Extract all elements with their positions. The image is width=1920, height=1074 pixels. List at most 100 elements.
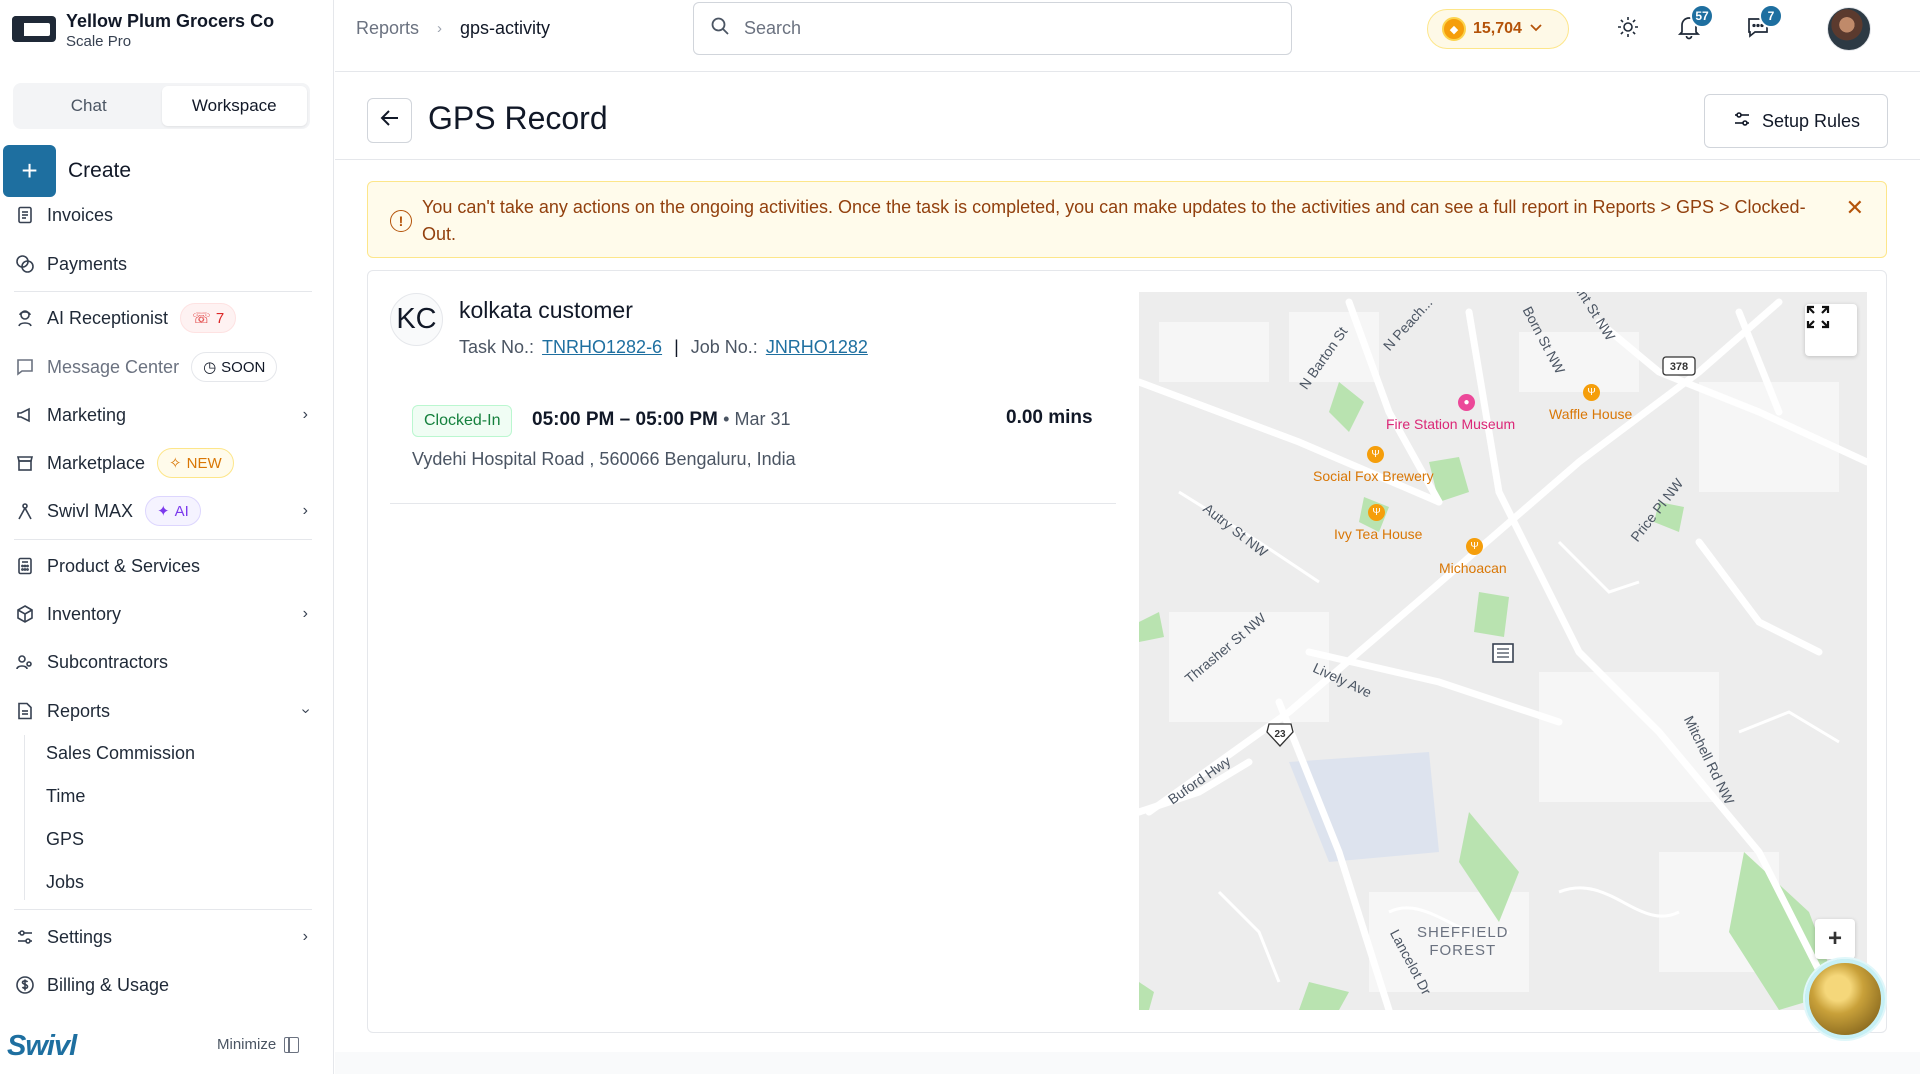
tab-workspace[interactable]: Workspace: [161, 86, 307, 126]
poi-social-fox-brewery[interactable]: Ψ Social Fox Brewery: [1313, 446, 1434, 484]
breadcrumb-reports[interactable]: Reports: [356, 18, 419, 39]
plus-icon: +: [1827, 925, 1842, 952]
report-icon: [14, 700, 36, 722]
sidebar-item-payments[interactable]: Payments: [14, 245, 312, 283]
museum-icon: ●: [1458, 394, 1475, 411]
setup-rules-label: Setup Rules: [1761, 110, 1861, 131]
poi-michoacan[interactable]: Ψ Michoacan: [1439, 538, 1507, 576]
sidebar-item-label: Inventory: [47, 603, 122, 624]
store-icon: [14, 452, 36, 474]
area-label-line: SHEFFIELD: [1417, 924, 1509, 941]
search-icon: [710, 16, 730, 41]
org-name: Yellow Plum Grocers Co: [66, 11, 275, 31]
restaurant-icon: Ψ: [1368, 504, 1385, 521]
close-icon[interactable]: ✕: [1846, 194, 1864, 221]
record-date: • Mar 31: [723, 409, 791, 429]
sidebar-item-swivl-max[interactable]: Swivl MAX ✦ AI ›: [14, 492, 312, 530]
gps-record-card: KC kolkata customer Task No.: TNRHO1282-…: [367, 270, 1887, 1033]
page-header: GPS Record Setup Rules: [335, 72, 1920, 160]
chevron-right-icon: ›: [302, 406, 308, 423]
breadcrumb: Reports › gps-activity: [356, 18, 550, 39]
notifications-button[interactable]: 57: [1674, 4, 1714, 44]
status-badge: Clocked-In: [412, 405, 513, 437]
calculator-icon: [14, 555, 36, 577]
divider: [14, 291, 312, 292]
coins-icon: [14, 253, 36, 275]
duration: 0.00 mins: [1006, 407, 1093, 428]
plus-icon: +: [3, 145, 56, 197]
poi-fire-station-museum[interactable]: ● Fire Station Museum: [1386, 394, 1516, 432]
chevron-right-icon: ›: [302, 605, 308, 622]
org-plan: Scale Pro: [66, 33, 132, 50]
sidebar-subitem-gps[interactable]: GPS: [46, 829, 84, 850]
svg-text:23: 23: [1274, 729, 1286, 740]
sidebar-item-label: Payments: [47, 253, 128, 274]
assistant-orb-button[interactable]: [1805, 959, 1885, 1039]
sidebar-item-billing[interactable]: Billing & Usage: [14, 966, 312, 1004]
create-button[interactable]: + Create: [3, 145, 131, 197]
org-logo: [12, 16, 56, 42]
ai-badge: ✦ AI: [145, 496, 201, 526]
sidebar-item-label: Invoices: [47, 204, 114, 225]
coin-balance[interactable]: ◆ 15,704: [1427, 9, 1569, 49]
zoom-in-button[interactable]: +: [1815, 919, 1855, 959]
sidebar-item-message-center[interactable]: Message Center ◷ SOON: [14, 348, 312, 386]
search-input[interactable]: [744, 18, 1264, 39]
soon-badge: ◷ SOON: [191, 352, 278, 382]
poi-label: Fire Station Museum: [1386, 416, 1516, 432]
minimize-button[interactable]: Minimize: [217, 1036, 300, 1053]
sidebar-item-reports[interactable]: Reports ›: [14, 692, 315, 730]
new-badge: ✧ NEW: [157, 448, 234, 478]
restaurant-icon: Ψ: [1583, 384, 1600, 401]
search-box[interactable]: [693, 2, 1292, 55]
sidebar-subitem-sales-commission[interactable]: Sales Commission: [46, 743, 195, 764]
arrow-left-icon: [379, 107, 401, 134]
theme-toggle-button[interactable]: [1613, 14, 1643, 44]
restaurant-icon: Ψ: [1367, 446, 1384, 463]
task-number-link[interactable]: TNRHO1282-6: [542, 337, 662, 358]
svg-text:378: 378: [1670, 361, 1688, 373]
sidebar-item-marketplace[interactable]: Marketplace ✧ NEW: [14, 444, 312, 482]
chevron-down-icon: [1529, 20, 1543, 39]
sidebar-item-inventory[interactable]: Inventory ›: [14, 595, 312, 633]
swivl-logo: Swivl: [7, 1030, 77, 1062]
messages-button[interactable]: 7: [1743, 4, 1783, 44]
chevron-down-icon: ›: [297, 708, 315, 714]
user-avatar[interactable]: [1827, 7, 1871, 51]
sidebar-item-subcontractors[interactable]: Subcontractors: [14, 643, 312, 681]
job-number-link[interactable]: JNRHO1282: [766, 337, 868, 358]
sidebar-item-label: Marketplace: [47, 452, 146, 473]
setup-rules-button[interactable]: Setup Rules: [1704, 94, 1888, 148]
info-alert: ! You can't take any actions on the ongo…: [367, 181, 1887, 258]
sparkle-icon: ✧: [169, 455, 182, 472]
sliders-icon: [1732, 109, 1752, 134]
sidebar-subitem-time[interactable]: Time: [46, 786, 85, 807]
poi-ivy-tea-house[interactable]: Ψ Ivy Tea House: [1334, 504, 1423, 542]
new-label: NEW: [186, 454, 222, 472]
poi-label: Waffle House: [1549, 406, 1633, 422]
sidebar-subitem-jobs[interactable]: Jobs: [46, 872, 84, 893]
sidebar-item-products[interactable]: Product & Services: [14, 547, 312, 585]
breadcrumb-current: gps-activity: [460, 18, 551, 38]
coin-icon: ◆: [1442, 17, 1466, 41]
clock-icon: ◷: [203, 359, 217, 376]
poi-label: Ivy Tea House: [1334, 526, 1423, 542]
sidebar-item-marketing[interactable]: Marketing ›: [14, 396, 312, 434]
sidebar-item-settings[interactable]: Settings ›: [14, 918, 312, 956]
org-switcher[interactable]: Yellow Plum Grocers Co Scale Pro: [12, 10, 274, 50]
sidebar-item-label: Settings: [47, 926, 113, 947]
tab-chat[interactable]: Chat: [16, 86, 162, 126]
poi-waffle-house[interactable]: Ψ Waffle House: [1549, 384, 1633, 422]
submenu-guide: [24, 735, 25, 900]
sidebar-item-ai-receptionist[interactable]: AI Receptionist ☏ 7: [14, 299, 312, 337]
sidebar-item-invoices[interactable]: Invoices: [14, 196, 312, 234]
info-icon: !: [390, 210, 412, 232]
back-button[interactable]: [367, 98, 412, 143]
sidebar: Yellow Plum Grocers Co Scale Pro Chat Wo…: [0, 0, 334, 1074]
page-footer-strip: [335, 1052, 1920, 1074]
fullscreen-button[interactable]: [1805, 304, 1857, 356]
sidebar-item-label: Product & Services: [47, 555, 201, 576]
map-view[interactable]: 378 23 N Barton St N Peach... Born St NW…: [1139, 292, 1867, 1010]
customer-avatar: KC: [390, 293, 443, 346]
restaurant-icon: Ψ: [1466, 538, 1483, 555]
